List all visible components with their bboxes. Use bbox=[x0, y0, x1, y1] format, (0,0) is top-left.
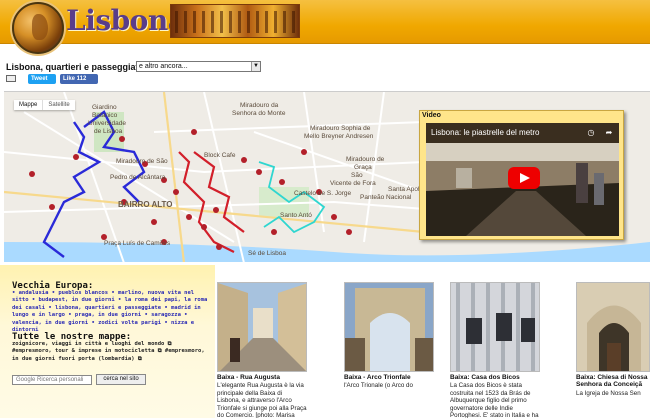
card-text: L'elegante Rua Augusta è la via principa… bbox=[217, 382, 307, 418]
map-label: Pedro de Alcântara bbox=[110, 174, 166, 181]
route-red bbox=[178, 151, 245, 253]
photo[interactable] bbox=[450, 282, 540, 372]
site-title[interactable]: Lisbona bbox=[66, 4, 186, 37]
select-value: e altro ancora... bbox=[139, 63, 188, 70]
map-label: Panteão Nacional bbox=[360, 194, 412, 201]
video-title[interactable]: Lisbona: le piastrelle del metro bbox=[431, 128, 540, 137]
map-label: Graça bbox=[354, 164, 372, 171]
search-button[interactable]: cerca nel sito bbox=[96, 374, 146, 385]
mail-icon[interactable] bbox=[6, 75, 16, 82]
map-label: Miradouro de São bbox=[116, 158, 168, 165]
card-text: La Igreja de Nossa Sen bbox=[576, 390, 641, 397]
card-text: l'Arco Trionale (o Arco do bbox=[344, 382, 413, 389]
photo[interactable] bbox=[217, 282, 307, 372]
map-label: Senhora do Monte bbox=[232, 110, 286, 117]
page-title: Lisbona, quartieri e passeggiate bbox=[6, 62, 144, 72]
map-label: Botanico bbox=[92, 112, 118, 119]
card-title[interactable]: Baixa: Casa dos Bicos bbox=[450, 374, 520, 381]
card-title[interactable]: Baixa - Arco Trionfale bbox=[344, 374, 411, 381]
map-label: Praça Luís de Camões bbox=[104, 240, 171, 247]
watch-later-icon[interactable]: ◷ bbox=[586, 128, 596, 138]
map-label: Miradouro de bbox=[346, 156, 385, 163]
map-label: Giardino bbox=[92, 104, 117, 111]
video-label: Video bbox=[422, 112, 441, 119]
tab-satellite[interactable]: Satellite bbox=[42, 100, 74, 110]
europe-links[interactable]: • andalusia • pueblos blancos • marlino,… bbox=[12, 290, 212, 334]
map-label: São bbox=[351, 172, 363, 179]
site-search-input[interactable]: Google Ricerca personali bbox=[12, 375, 92, 385]
play-icon[interactable] bbox=[508, 167, 540, 189]
facebook-like-button[interactable]: Like 112 bbox=[60, 74, 98, 84]
map-label: Block Cafe bbox=[204, 152, 236, 159]
video-player[interactable]: Lisbona: le piastrelle del metro ◷ ➦ bbox=[426, 123, 619, 236]
photo[interactable] bbox=[344, 282, 434, 372]
map-label: de Lisboa bbox=[94, 128, 123, 135]
map-label: Mello Breyner Andresen bbox=[304, 133, 374, 140]
map-type-tabs: Mappe Satellite bbox=[14, 100, 75, 110]
card-title-line2[interactable]: Senhora da Conceiçã bbox=[576, 381, 642, 388]
sidebar-links: Vecchia Europa: • andalusia • pueblos bl… bbox=[0, 265, 215, 418]
tweet-button[interactable]: Tweet bbox=[28, 74, 56, 84]
card-title[interactable]: Baixa - Rua Augusta bbox=[217, 374, 280, 381]
map-label: Santo Antó bbox=[280, 212, 312, 219]
photo[interactable] bbox=[576, 282, 650, 372]
tweet-label: Tweet bbox=[31, 76, 48, 82]
card-text: La Casa dos Bicos è stata costruita nel … bbox=[450, 382, 539, 418]
share-icon[interactable]: ➦ bbox=[604, 128, 614, 138]
map-label: Miradouro Sophia de bbox=[310, 125, 371, 132]
video-panel: Video Lisbona: le piastrelle del metro ◷… bbox=[419, 110, 624, 240]
map-label: Vicente de Fora bbox=[330, 180, 376, 187]
card-title[interactable]: Baixa: Chiesa di Nossa bbox=[576, 374, 648, 381]
map-label: Miradouro da bbox=[240, 102, 279, 109]
map-label: Sé de Lisboa bbox=[248, 250, 286, 257]
destination-select[interactable]: e altro ancora... ▼ bbox=[136, 61, 261, 72]
chevron-down-icon[interactable]: ▼ bbox=[251, 62, 260, 71]
map-label: Castelo de S. Jorge bbox=[294, 190, 352, 197]
site-header: Lisbona bbox=[0, 0, 650, 54]
map-label: BAIRRO ALTO bbox=[118, 200, 173, 209]
banner-image bbox=[170, 4, 300, 38]
maps-links[interactable]: zoignicore, viaggi in città e luoghi del… bbox=[12, 341, 212, 363]
card-arco-trionfale[interactable]: Baixa - Arco Trionfale l'Arco Trionale (… bbox=[344, 282, 434, 418]
globe-logo[interactable] bbox=[12, 2, 64, 54]
like-label: Like 112 bbox=[63, 76, 87, 82]
tab-map[interactable]: Mappe bbox=[14, 100, 42, 110]
map-label: Universidade bbox=[88, 120, 126, 127]
river bbox=[4, 242, 650, 262]
card-rua-augusta[interactable]: Baixa - Rua Augusta L'elegante Rua Augus… bbox=[217, 282, 307, 418]
card-chiesa-conceicao[interactable]: Baixa: Chiesa di Nossa Senhora da Concei… bbox=[576, 282, 650, 418]
card-casa-dos-bicos[interactable]: Baixa: Casa dos Bicos La Casa dos Bicos … bbox=[450, 282, 540, 418]
